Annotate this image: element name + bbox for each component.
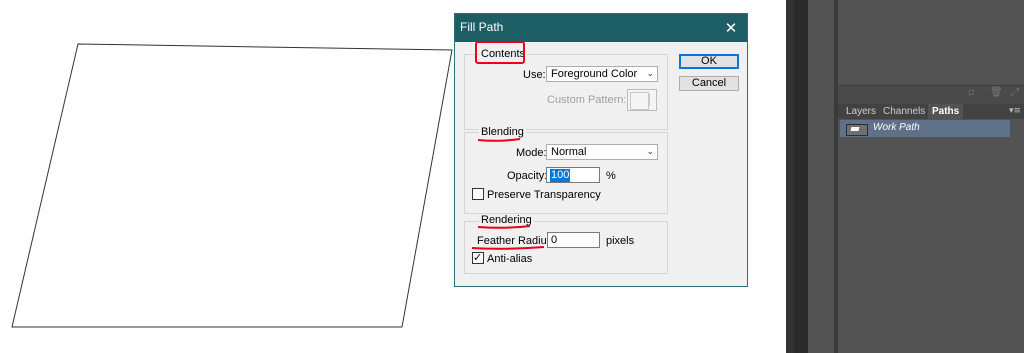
feather-radius-underline bbox=[471, 246, 545, 250]
blending-underline bbox=[477, 138, 521, 142]
annotation-overlay bbox=[471, 41, 545, 250]
rendering-underline bbox=[477, 225, 531, 229]
contents-highlight-box bbox=[475, 41, 525, 64]
